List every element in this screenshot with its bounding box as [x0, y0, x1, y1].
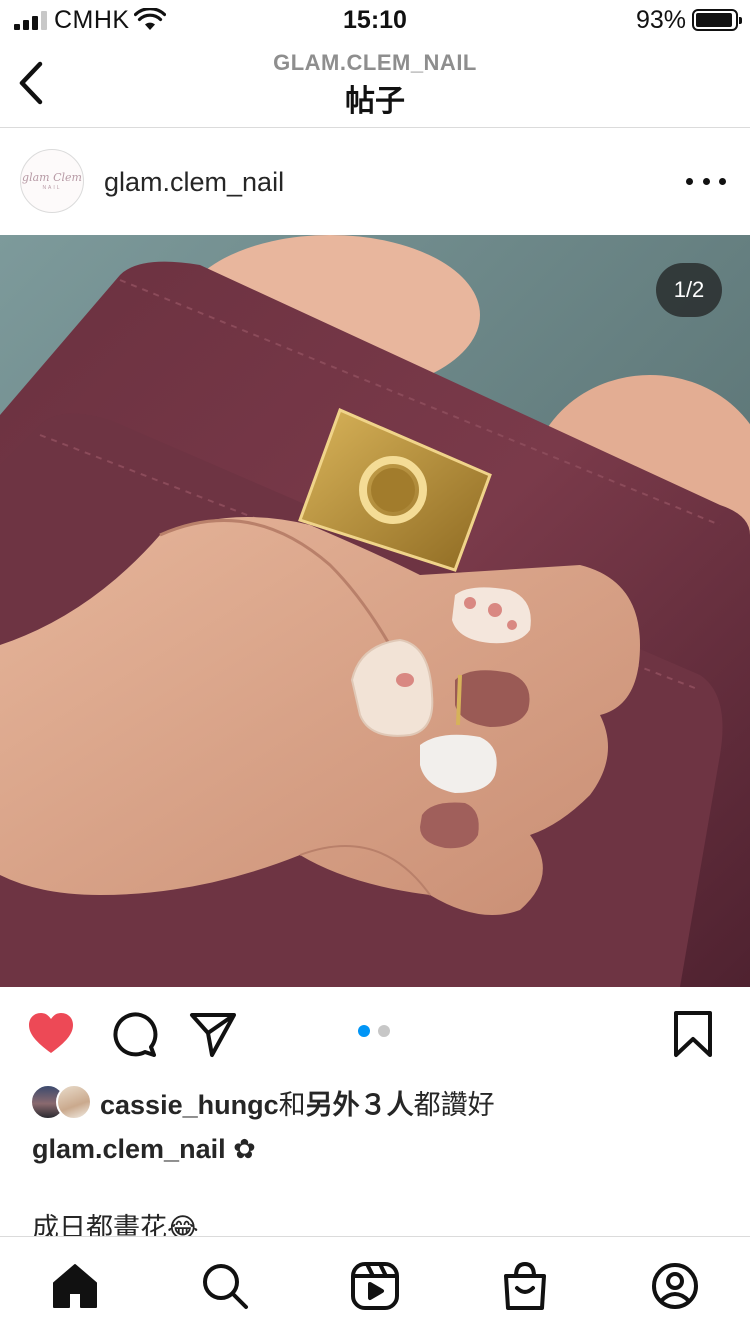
share-button[interactable]: [188, 1009, 238, 1059]
send-icon: [190, 1013, 236, 1057]
tab-bar: [0, 1236, 750, 1334]
profile-icon: [652, 1263, 698, 1309]
tab-profile[interactable]: [650, 1261, 700, 1311]
image-counter: 1/2: [656, 263, 722, 317]
likes-suffix: 都讚好: [413, 1089, 495, 1120]
carousel-dot: [378, 1025, 390, 1037]
flower-icon: ✿: [233, 1134, 256, 1164]
carousel-dot-active: [358, 1025, 370, 1037]
tab-home[interactable]: [50, 1261, 100, 1311]
avatar-logo-text: glam Clem: [22, 171, 82, 184]
avatar[interactable]: glam Clem NAIL: [20, 149, 84, 213]
carousel-indicator: [358, 1025, 390, 1037]
action-bar: [0, 987, 750, 1077]
nav-header: GLAM.CLEM_NAIL 帖子: [0, 40, 750, 128]
tab-shop[interactable]: [500, 1261, 550, 1311]
save-button[interactable]: [668, 1009, 718, 1059]
comment-button[interactable]: [108, 1009, 158, 1059]
likes-others[interactable]: 另外３人: [306, 1090, 414, 1120]
caption-header: glam.clem_nail ✿: [32, 1134, 256, 1165]
liker-avatar: [56, 1084, 92, 1120]
home-icon: [53, 1264, 97, 1308]
shop-icon: [504, 1262, 546, 1310]
post-header: glam Clem NAIL glam.clem_nail: [0, 129, 750, 235]
page-title: 帖子: [345, 85, 405, 118]
caption-username[interactable]: glam.clem_nail: [32, 1134, 226, 1164]
status-bar: CMHK 15:10 93%: [0, 0, 750, 40]
heart-filled-icon: [29, 1013, 73, 1053]
post-image[interactable]: 1/2: [0, 235, 750, 987]
search-icon: [203, 1264, 248, 1309]
battery-icon: [692, 9, 742, 31]
avatar-logo-subtext: NAIL: [42, 185, 62, 191]
nav-subtitle: GLAM.CLEM_NAIL: [273, 50, 477, 75]
battery-percentage: 93%: [635, 6, 686, 34]
reels-icon: [351, 1262, 399, 1310]
more-options-button[interactable]: [686, 171, 726, 191]
likes-connector: 和: [278, 1089, 306, 1120]
nail-art-photo: [0, 235, 750, 987]
post-username[interactable]: glam.clem_nail: [104, 167, 284, 198]
tab-reels[interactable]: [350, 1261, 400, 1311]
bookmark-icon: [674, 1011, 712, 1057]
like-button[interactable]: [26, 1009, 76, 1059]
likes-summary[interactable]: cassie_hungc和另外３人都讚好: [30, 1082, 495, 1122]
likes-text: cassie_hungc和另外３人都讚好: [100, 1083, 495, 1122]
comment-icon: [113, 1012, 158, 1057]
tab-search[interactable]: [200, 1261, 250, 1311]
liker-username[interactable]: cassie_hungc: [100, 1090, 279, 1120]
